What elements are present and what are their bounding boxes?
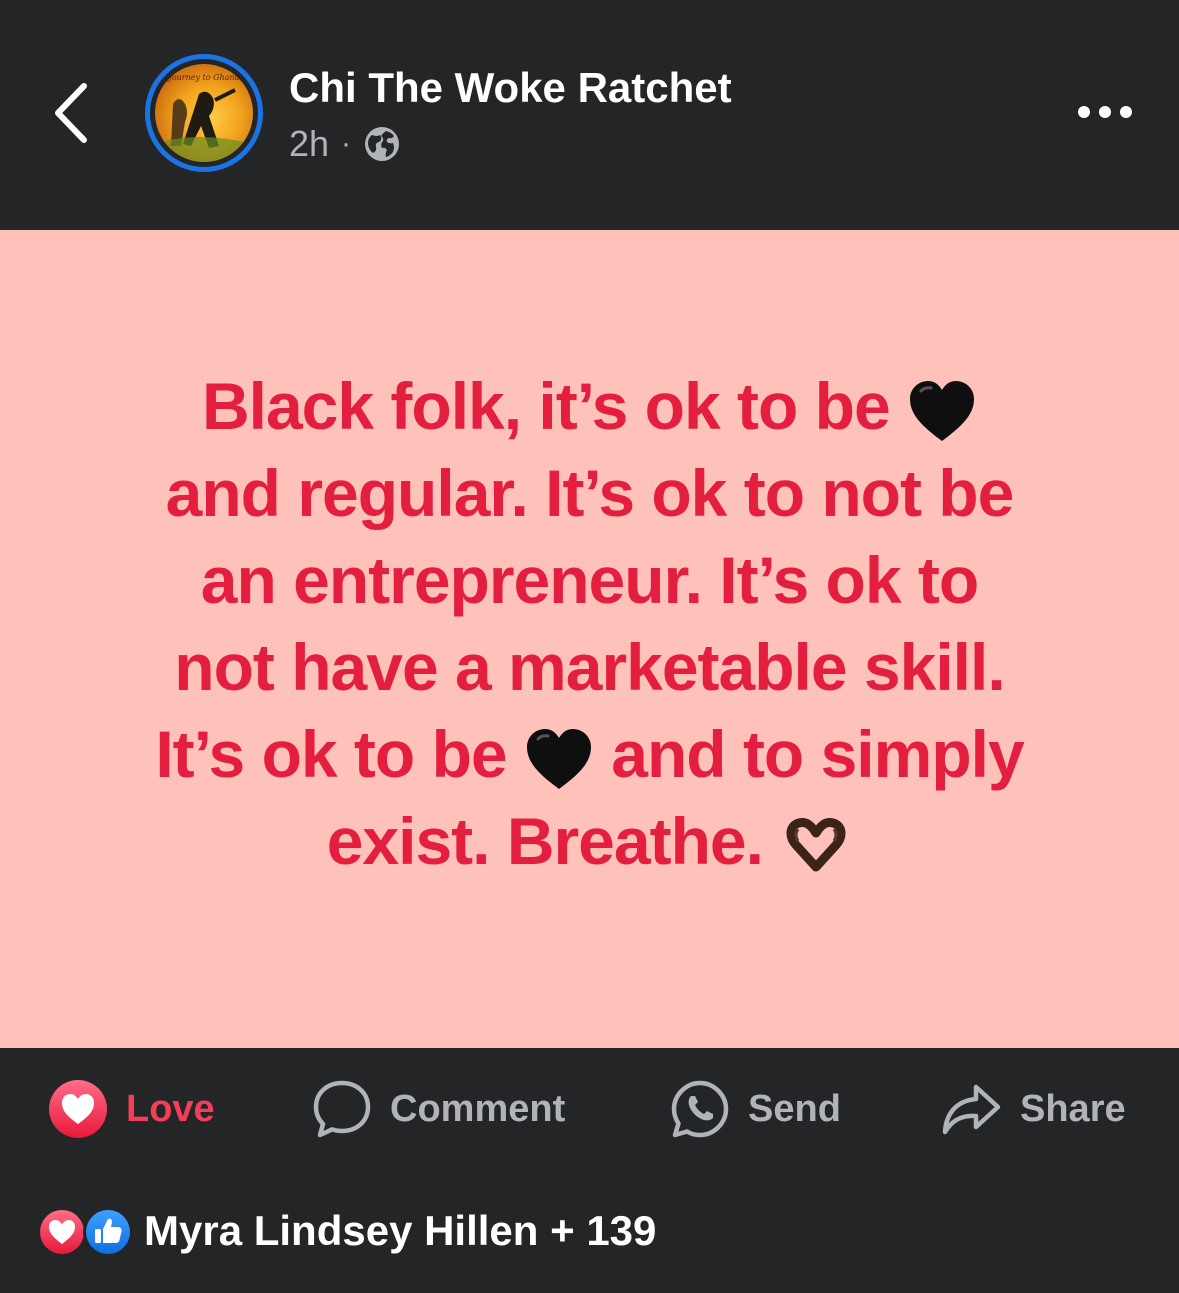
meta-separator: · — [341, 127, 352, 160]
avatar-text: Journey to Ghana — [167, 73, 240, 82]
comment-button[interactable]: Comment — [312, 1078, 565, 1140]
like-reaction-icon — [83, 1207, 133, 1257]
share-button[interactable]: Share — [940, 1078, 1126, 1140]
love-reaction-icon — [49, 1080, 107, 1138]
post-line: It’s ok to be and to simply — [155, 717, 1024, 791]
share-arrow-icon — [942, 1084, 1001, 1135]
post-text: Black folk, it’s ok to be and regular. I… — [60, 363, 1119, 885]
heart-hands-icon — [786, 817, 846, 872]
post-line: not have a marketable skill. — [174, 630, 1005, 704]
share-label: Share — [1020, 1087, 1126, 1130]
love-reaction-icon — [37, 1207, 87, 1257]
post-meta: 2h · — [289, 122, 401, 166]
avatar-image: Journey to Ghana — [155, 64, 253, 162]
black-heart-icon — [526, 728, 591, 789]
post-header: Journey to Ghana Chi The Woke Ratchet 2h… — [0, 0, 1179, 230]
globe-icon[interactable] — [363, 125, 401, 163]
love-button[interactable]: Love — [48, 1078, 215, 1140]
post-line: Black folk, it’s ok to be — [60, 363, 1119, 450]
chevron-left-icon — [55, 83, 87, 143]
post-actions: Love Comment Send Share — [0, 1048, 1179, 1172]
comment-icon — [313, 1080, 371, 1138]
post-time[interactable]: 2h — [289, 123, 329, 165]
send-label: Send — [748, 1087, 841, 1130]
back-button[interactable] — [48, 80, 98, 146]
author-name[interactable]: Chi The Woke Ratchet — [289, 64, 732, 112]
more-options-button[interactable] — [1070, 92, 1142, 132]
whatsapp-icon — [671, 1080, 729, 1138]
reactions-summary-text: Myra Lindsey Hillen + 139 — [144, 1207, 657, 1254]
post-line: exist. Breathe. — [60, 798, 1119, 885]
avatar[interactable]: Journey to Ghana — [145, 54, 263, 172]
reaction-icons — [36, 1206, 134, 1257]
more-icon — [1078, 106, 1132, 118]
reactions-summary[interactable]: Myra Lindsey Hillen + 139 — [36, 1196, 656, 1266]
black-heart-icon — [910, 380, 975, 441]
post-line: an entrepreneur. It’s ok to — [200, 543, 979, 617]
comment-label: Comment — [390, 1087, 566, 1130]
send-button[interactable]: Send — [670, 1078, 841, 1140]
post-line: and regular. It’s ok to not be — [165, 456, 1015, 530]
love-label: Love — [126, 1087, 215, 1130]
